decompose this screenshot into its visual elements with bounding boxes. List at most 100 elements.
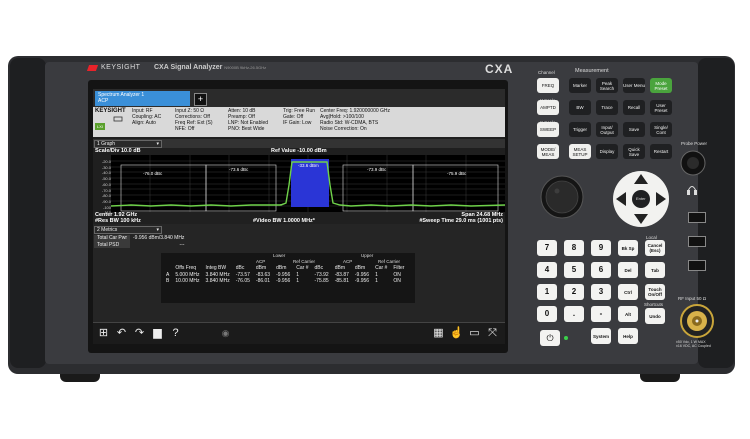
row-b-upper-car: 1	[375, 278, 378, 284]
row-b-upper-dbm: -85.81	[334, 278, 349, 284]
spectrum-plot[interactable]: -76.0 dBc -73.6 dBc -33.6 dBm -73.9 dBc …	[110, 155, 505, 212]
undo-icon[interactable]: ↶	[114, 326, 129, 341]
windows-start-icon[interactable]: ⊞	[96, 326, 111, 341]
user-menu-button[interactable]: User Menu	[623, 78, 645, 93]
numpad-key[interactable]: 9	[591, 240, 611, 256]
del-button[interactable]: Del	[618, 262, 638, 278]
sweep-button[interactable]: SWEEP	[537, 122, 559, 137]
numpad-key[interactable]: 1	[537, 284, 557, 300]
usb-icon	[113, 116, 123, 122]
undo-button[interactable]: Undo	[645, 308, 665, 324]
row-b-lower-dbc: -76.05	[235, 278, 250, 284]
help-icon[interactable]: ?	[168, 326, 183, 341]
metrics-panel[interactable]: 2 Metrics ▾ Total Car Pwr -9.956 dBm/3.840…	[93, 224, 505, 324]
restart-button[interactable]: Restart	[650, 144, 672, 159]
numpad-key[interactable]: 3	[591, 284, 611, 300]
numpad-key[interactable]: 7	[537, 240, 557, 256]
input-settings: Input: RF Coupling: AC Align: Auto	[132, 108, 162, 126]
recall-button[interactable]: Recall	[623, 100, 645, 115]
freq-button[interactable]: FREQ	[537, 78, 559, 93]
meas-setup-button[interactable]: MEAS SETUP	[569, 144, 591, 159]
single-cont-button[interactable]: Single/ Cont	[650, 122, 672, 137]
redo-icon[interactable]: ↷	[132, 326, 147, 341]
numpad-key[interactable]: -	[591, 306, 611, 322]
table-row: Total PSD ---	[94, 241, 187, 248]
grid-layout-icon[interactable]: ▦	[431, 326, 446, 341]
tab-bar: Spectrum Analyzer 1 ACP +	[93, 89, 505, 107]
y-tick-label: -70.0	[101, 187, 111, 193]
window-icon[interactable]: ▭	[467, 326, 482, 341]
graph-dropdown[interactable]: 1 Graph ▾	[94, 140, 162, 148]
power-icon[interactable]: ⏻	[540, 330, 560, 346]
scale-div: Scale/Div 10.0 dB	[95, 148, 141, 154]
help-button[interactable]: Help	[618, 328, 638, 344]
input-output-button[interactable]: Input/ Output	[596, 122, 618, 137]
numpad-key[interactable]: 4	[537, 262, 557, 278]
amptd-button[interactable]: AMPTD	[537, 100, 559, 115]
numpad-key[interactable]: 5	[564, 262, 584, 278]
taskbar: ⊞ ↶ ↷ ▆ ? ◉ ▦ ☝ ▭ ⤧	[93, 322, 505, 344]
acp-table: Offs Freq Integ BW dBc dBm dBm Car # dBc…	[163, 265, 407, 285]
power-led	[564, 336, 568, 340]
folder-icon[interactable]: ▆	[150, 326, 165, 341]
numpad-key[interactable]: 8	[564, 240, 584, 256]
table-row: B 10.00 MHz 3.840 MHz -76.05 -86.01 -9.9…	[163, 278, 407, 285]
user-preset-button[interactable]: User Preset	[650, 100, 672, 115]
peak-search-button[interactable]: Peak Search	[596, 78, 618, 93]
touch-icon[interactable]: ☝	[449, 326, 464, 341]
probe-power-port-icon	[680, 150, 706, 176]
series-badge: CXA	[485, 62, 514, 76]
input-z-settings: Input Z: 50 Ω Corrections: Off Freq Ref:…	[175, 108, 213, 132]
system-button[interactable]: System	[591, 328, 611, 344]
info-logo: KEYSIGHT	[95, 108, 126, 114]
numpad-key[interactable]: 6	[591, 262, 611, 278]
row-b-offs: 10.00 MHz	[175, 278, 200, 284]
quick-save-button[interactable]: Quick Save	[623, 144, 645, 159]
total-car-pwr-label: Total Car Pwr	[94, 235, 131, 242]
numpad-key[interactable]: 0	[537, 306, 557, 322]
alt-button[interactable]: Alt	[618, 306, 638, 322]
cancel-esc-button[interactable]: Cancel (Esc)	[645, 240, 665, 256]
lower-acp-header: ACP	[256, 259, 266, 264]
row-b-upper-ref: -9.956	[354, 278, 370, 284]
brand-name: KEYSIGHT	[101, 64, 141, 71]
fullscreen-icon[interactable]: ⤧	[485, 326, 500, 341]
model-title: CXA Signal Analyzer	[154, 64, 223, 71]
row-b-lower-ref: -9.956	[276, 278, 291, 284]
table-row: Total Car Pwr -9.956 dBm/3.840 MHz	[94, 235, 187, 242]
numpad-key[interactable]: .	[564, 306, 584, 322]
chevron-down-icon: ▾	[156, 227, 159, 233]
rf-input-label: RF Input 50 Ω	[678, 296, 707, 301]
touch-button[interactable]: Touch On/Off	[645, 284, 665, 300]
row-b-lower-car: 1	[296, 278, 300, 284]
screenshot-icon[interactable]: ◉	[218, 326, 233, 341]
mode-preset-button[interactable]: Mode Preset	[650, 78, 672, 93]
upper-header: Upper	[361, 253, 374, 258]
tab-meas-label: ACP	[98, 98, 109, 104]
rotary-knob[interactable]	[540, 175, 584, 219]
tab-button[interactable]: Tab	[645, 262, 665, 278]
mode-meas-button[interactable]: MODE/ MEAS	[537, 144, 559, 159]
ctrl-button[interactable]: Ctrl	[618, 284, 638, 300]
enter-label: Enter	[636, 196, 646, 201]
trace-button[interactable]: Trace	[596, 100, 618, 115]
add-tab-button[interactable]: +	[194, 93, 207, 106]
bw-button[interactable]: BW	[569, 100, 591, 115]
numpad-key[interactable]: 2	[564, 284, 584, 300]
metrics-dropdown[interactable]: 2 Metrics ▾	[94, 226, 162, 234]
total-car-pwr-value: -9.956 dBm/3.840 MHz	[133, 235, 185, 241]
probe-power-label: Probe Power	[681, 141, 708, 146]
row-b-bw: 3.840 MHz	[205, 278, 230, 284]
save-button[interactable]: Save	[623, 122, 645, 137]
rf-warning: ±50 Vdc, 1 W MAX ±16 VDC, AC Coupled	[676, 340, 711, 348]
usb-port-1	[688, 212, 706, 223]
settings-panel[interactable]: KEYSIGHT LXI Input: RF Coupling: AC Alig…	[93, 107, 505, 137]
marker-button[interactable]: Marker	[569, 78, 591, 93]
tab-spectrum-analyzer[interactable]: Spectrum Analyzer 1 ACP	[95, 91, 190, 106]
display-button[interactable]: Display	[596, 144, 618, 159]
analyzer-screen[interactable]: Spectrum Analyzer 1 ACP + KEYSIGHT LXI I…	[93, 89, 505, 344]
bk-sp-button[interactable]: Bk Sp	[618, 240, 638, 256]
trigger-button[interactable]: Trigger	[569, 122, 591, 137]
y-tick-label: -100	[102, 204, 111, 210]
restart-label: Restart	[653, 149, 669, 154]
